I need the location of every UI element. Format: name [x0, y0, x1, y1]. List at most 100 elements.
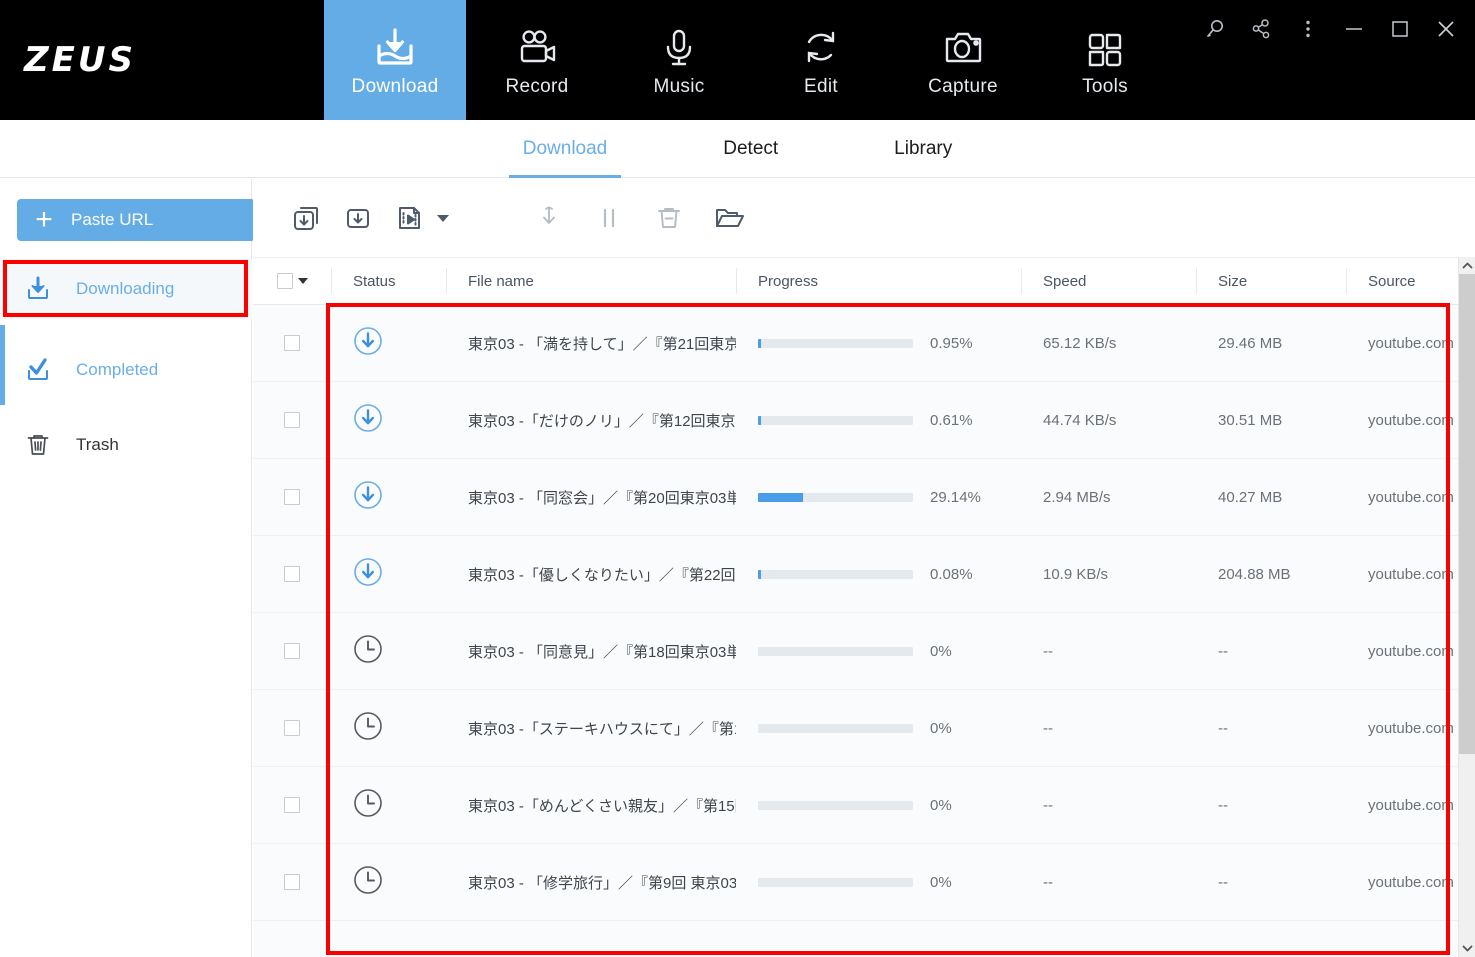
row-filename: 東京03 -「ステーキハウスにて」／『第19回... — [468, 720, 736, 738]
progress-bar — [758, 646, 913, 656]
row-status-icon-cell — [331, 536, 446, 613]
row-speed: -- — [1043, 719, 1053, 737]
table-row[interactable]: 東京03 -「めんどくさい親友」／『第15回東... 0% -- -- youtube.… — [253, 767, 1475, 844]
nav-label: Music — [653, 76, 705, 97]
vertical-scrollbar[interactable] — [1458, 257, 1475, 957]
maximize-icon[interactable] — [1385, 14, 1415, 44]
row-checkbox-cell — [253, 844, 331, 921]
column-header-status[interactable]: Status — [331, 257, 446, 305]
row-filename-cell: 東京03 - 「同窓会」／『第20回東京03単... — [446, 459, 736, 536]
status-downloading-icon — [353, 326, 383, 360]
row-size: 204.88 MB — [1218, 565, 1291, 583]
select-menu-caret-icon[interactable] — [297, 278, 308, 284]
status-pending-clock-icon — [353, 634, 383, 668]
nav-item-music[interactable]: Music — [608, 0, 750, 120]
row-checkbox-cell — [253, 459, 331, 536]
row-checkbox[interactable] — [284, 489, 300, 505]
scroll-up-icon[interactable] — [1459, 257, 1475, 274]
more-options-icon[interactable] — [1293, 14, 1323, 44]
row-speed: 10.9 KB/s — [1043, 565, 1109, 583]
row-filename: 東京03 -「めんどくさい親友」／『第15回東... — [468, 797, 736, 815]
progress-bar — [758, 877, 913, 887]
progress-percent: 0.08% — [930, 565, 973, 583]
row-status-icon-cell — [331, 767, 446, 844]
open-folder-icon[interactable] — [708, 197, 750, 239]
tab-library[interactable]: Library — [876, 120, 970, 178]
download-table: Status File name Progress Speed Size Sou… — [253, 257, 1475, 957]
progress-percent: 0.61% — [930, 411, 973, 429]
row-checkbox[interactable] — [284, 874, 300, 890]
column-header-progress[interactable]: Progress — [736, 257, 1021, 305]
progress-percent: 0% — [930, 796, 952, 814]
share-icon[interactable] — [1247, 14, 1277, 44]
sidebar-item-downloading[interactable]: Downloading — [0, 259, 252, 319]
table-row[interactable]: 東京03 - 「同窓会」／『第20回東京03単... 29.14% 2.94 MB/… — [253, 459, 1475, 536]
row-status-icon-cell — [331, 690, 446, 767]
row-progress-cell: 29.14% — [736, 459, 1021, 536]
row-checkbox[interactable] — [284, 643, 300, 659]
scroll-down-icon[interactable] — [1459, 940, 1475, 957]
row-checkbox[interactable] — [284, 335, 300, 351]
nav-item-tools[interactable]: Tools — [1034, 0, 1176, 120]
row-checkbox[interactable] — [284, 797, 300, 813]
column-header-filename[interactable]: File name — [446, 257, 736, 305]
select-all-cell — [253, 257, 331, 305]
close-icon[interactable] — [1431, 14, 1461, 44]
paste-url-label: Paste URL — [71, 210, 154, 229]
row-checkbox-cell — [253, 305, 331, 382]
row-status-icon-cell — [331, 613, 446, 690]
row-filename-cell: 東京03 -「優しくなりたい」／『第22回東京03... — [446, 536, 736, 613]
tab-download[interactable]: Download — [505, 120, 626, 178]
table-row[interactable]: 東京03 - 「満を持して」／『第21回東京03... 0.95% 65.12 KB… — [253, 305, 1475, 382]
download-video-icon[interactable] — [388, 197, 430, 239]
row-checkbox[interactable] — [284, 412, 300, 428]
video-camera-icon — [509, 22, 565, 72]
dropdown-caret-icon[interactable] — [430, 197, 456, 239]
row-source: youtube.com — [1368, 334, 1454, 352]
row-checkbox[interactable] — [284, 720, 300, 736]
row-progress-cell: 0% — [736, 613, 1021, 690]
table-row[interactable]: 東京03 -「だけのノリ」／『第12回東京03単... 0.61% 44.74 KB… — [253, 382, 1475, 459]
table-row[interactable]: 東京03 -「優しくなりたい」／『第22回東京03... 0.08% 10.9 KB… — [253, 536, 1475, 613]
table-row[interactable]: 東京03 - 「修学旅行」／『第9回 東京03 ... 0% -- -- youtube… — [253, 844, 1475, 921]
table-row[interactable]: 東京03 -「ステーキハウスにて」／『第19回... 0% -- -- youtube.… — [253, 690, 1475, 767]
sidebar: + Paste URL Downloading Completed Trash — [0, 179, 255, 957]
delete-icon[interactable] — [648, 197, 690, 239]
sidebar-item-completed[interactable]: Completed — [0, 340, 252, 400]
sidebar-item-label: Downloading — [76, 279, 175, 298]
nav-label: Download — [351, 76, 439, 97]
paste-url-button[interactable]: + Paste URL — [17, 199, 255, 241]
row-size: 30.51 MB — [1218, 411, 1283, 429]
minimize-icon[interactable] — [1339, 14, 1369, 44]
row-progress-cell: 0% — [736, 767, 1021, 844]
row-size: 40.27 MB — [1218, 488, 1283, 506]
table-row[interactable]: 東京03 - 「同意見」／『第18回東京03単... 0% -- -- youtube.… — [253, 613, 1475, 690]
nav-item-download[interactable]: Download — [324, 0, 466, 120]
column-header-size[interactable]: Size — [1196, 257, 1346, 305]
trash-can-icon — [0, 430, 76, 460]
download-single-icon[interactable] — [337, 197, 379, 239]
tab-detect[interactable]: Detect — [705, 120, 796, 178]
nav-label: Tools — [1082, 76, 1128, 97]
sidebar-item-label: Completed — [76, 360, 159, 379]
nav-item-edit[interactable]: Edit — [750, 0, 892, 120]
row-progress-cell: 0.95% — [736, 305, 1021, 382]
start-download-icon[interactable] — [528, 197, 570, 239]
row-speed: 44.74 KB/s — [1043, 411, 1117, 429]
pause-icon[interactable] — [588, 197, 630, 239]
column-header-speed[interactable]: Speed — [1021, 257, 1196, 305]
search-icon[interactable] — [1201, 14, 1231, 44]
row-size: -- — [1218, 796, 1228, 814]
download-arrow-icon — [0, 274, 76, 304]
row-source: youtube.com — [1368, 642, 1454, 660]
nav-item-capture[interactable]: Capture — [892, 0, 1034, 120]
column-header-source[interactable]: Source — [1346, 257, 1475, 305]
sidebar-item-trash[interactable]: Trash — [0, 415, 252, 475]
nav-item-record[interactable]: Record — [466, 0, 608, 120]
row-checkbox[interactable] — [284, 566, 300, 582]
row-filename-cell: 東京03 - 「修学旅行」／『第9回 東京03 ... — [446, 844, 736, 921]
download-multiple-icon[interactable] — [286, 197, 328, 239]
scrollbar-thumb[interactable] — [1459, 274, 1475, 754]
row-size: -- — [1218, 873, 1228, 891]
select-all-checkbox[interactable] — [276, 273, 293, 289]
